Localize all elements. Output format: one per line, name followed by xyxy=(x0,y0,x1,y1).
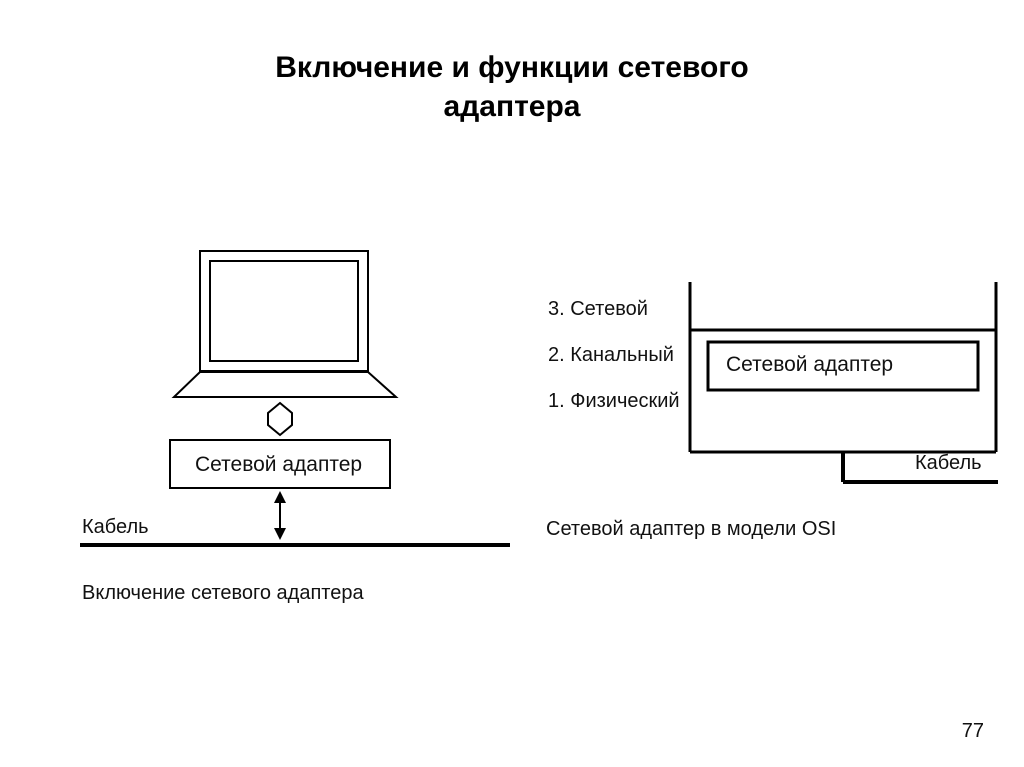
left-caption: Включение сетевого адаптера xyxy=(82,582,364,605)
osi-layer-1: 1. Физический xyxy=(548,390,680,413)
page-number: 77 xyxy=(962,720,984,743)
right-cable-label: Кабель xyxy=(915,452,982,475)
left-cable-label: Кабель xyxy=(82,516,149,539)
diagram-canvas: Сетевой адаптер Кабель Включение сетевог… xyxy=(0,0,1024,767)
right-diagram xyxy=(688,282,998,512)
right-caption: Сетевой адаптер в модели OSI xyxy=(546,518,836,541)
osi-layer-2: 2. Канальный xyxy=(548,344,674,367)
right-adapter-label: Сетевой адаптер xyxy=(726,353,893,377)
osi-layer-3: 3. Сетевой xyxy=(548,298,648,321)
left-adapter-label: Сетевой адаптер xyxy=(195,453,362,477)
